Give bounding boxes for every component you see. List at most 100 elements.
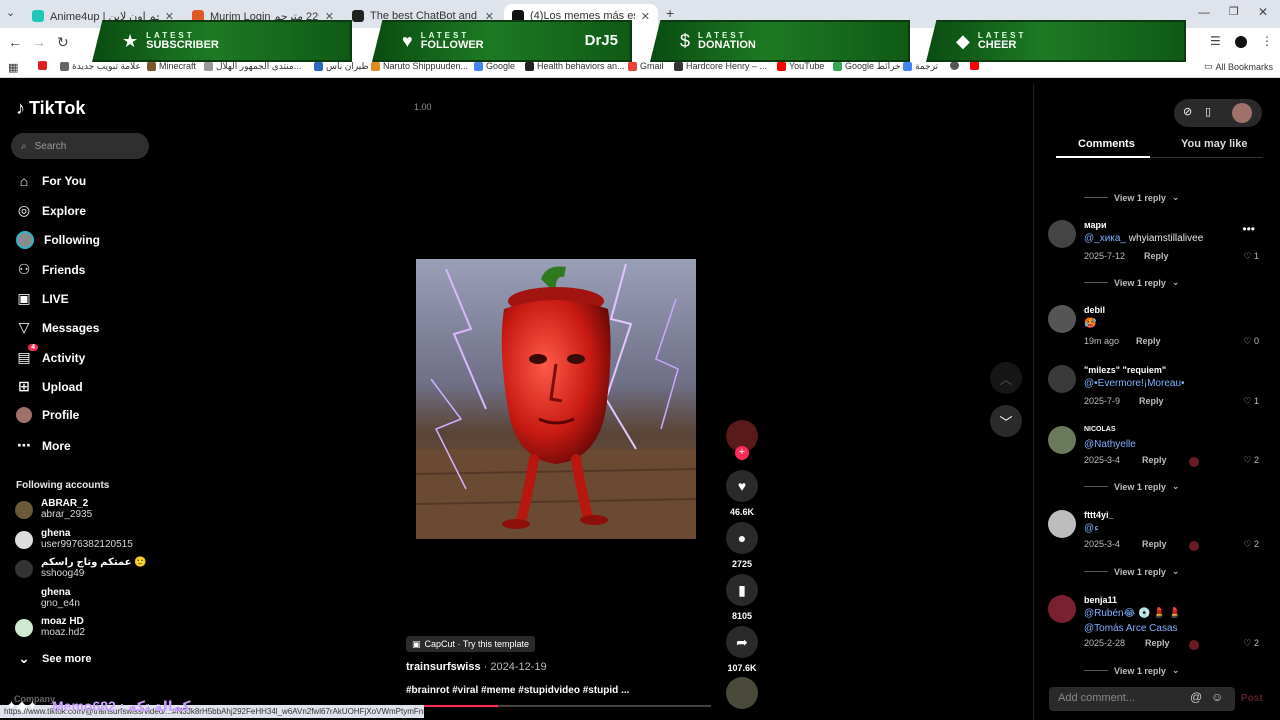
bookmark-item[interactable]: Minecraft — [147, 61, 196, 71]
bookmark-item[interactable]: Hardcore Henry – ... — [674, 61, 767, 71]
new-tab-icon[interactable]: + — [666, 5, 674, 21]
progress-track[interactable] — [406, 705, 711, 707]
avatar[interactable] — [1048, 305, 1076, 333]
avatar[interactable] — [1048, 595, 1076, 623]
apps-icon[interactable]: ▦ — [8, 61, 18, 74]
explore-icon[interactable]: ⊘ — [1183, 105, 1192, 118]
comment-author[interactable]: NICOLAS — [1084, 426, 1116, 433]
comment-button[interactable]: ● — [726, 522, 758, 554]
nav-explore[interactable]: ◎ Explore — [16, 202, 86, 219]
reload-icon[interactable]: ↻ — [57, 34, 69, 51]
avatar[interactable] — [1048, 220, 1076, 248]
comment-mention[interactable]: @ء — [1084, 523, 1099, 534]
close-window-icon[interactable]: ✕ — [1258, 5, 1268, 19]
more-options-icon[interactable]: ••• — [1242, 222, 1255, 236]
profile-avatar-icon[interactable] — [1235, 36, 1247, 48]
bookmark-item[interactable]: ترجمة — [903, 61, 938, 72]
nav-upload[interactable]: ⊞ Upload — [16, 378, 83, 395]
bookmark-item[interactable]: Google — [474, 61, 515, 71]
view-replies-button[interactable]: View 1 reply ⌄ — [1084, 566, 1179, 577]
reply-button[interactable]: Reply — [1142, 455, 1167, 465]
emoji-icon[interactable]: ☺ — [1211, 690, 1223, 704]
comment-author[interactable]: fttt4yi_ — [1084, 510, 1114, 520]
reply-button[interactable]: Reply — [1142, 539, 1167, 549]
reply-button[interactable]: Reply — [1139, 396, 1164, 406]
view-replies-button[interactable]: View 1 reply ⌄ — [1084, 665, 1179, 676]
maximize-icon[interactable]: ❐ — [1229, 5, 1239, 18]
account-item[interactable]: عمتكم وتاج راسكم 🙂 sshoog49 — [15, 557, 147, 579]
reply-button[interactable]: Reply — [1145, 638, 1170, 648]
all-bookmarks[interactable]: ▭ All Bookmarks — [1204, 61, 1273, 72]
view-replies-button[interactable]: View 1 reply ⌄ — [1084, 481, 1179, 492]
view-replies-button[interactable]: View 1 reply ⌄ — [1084, 192, 1179, 203]
back-icon[interactable]: ← — [8, 34, 22, 50]
avatar[interactable] — [1048, 426, 1076, 454]
tiktok-logo[interactable]: ♪ TikTok — [16, 98, 85, 119]
tab-search-icon[interactable]: ⌄ — [6, 6, 15, 19]
next-video-button[interactable]: ﹀ — [990, 405, 1022, 437]
device-icon[interactable]: ▯ — [1205, 105, 1211, 118]
comment-like-button[interactable]: ♡ 1 — [1243, 251, 1259, 262]
avatar[interactable] — [1048, 510, 1076, 538]
save-button[interactable]: ▮ — [726, 574, 758, 606]
mention-icon[interactable]: @ — [1190, 690, 1202, 704]
reply-button[interactable]: Reply — [1136, 336, 1161, 346]
search-input[interactable]: ⌕ Search — [11, 133, 149, 159]
tab-you-may-like[interactable]: You may like — [1181, 138, 1247, 150]
user-avatar[interactable] — [1232, 103, 1252, 123]
comment-mention[interactable]: @Tomás Arce Casas — [1084, 623, 1178, 634]
account-item[interactable]: moaz HD moaz.hd2 — [15, 616, 85, 638]
comment-like-button[interactable]: ♡ 2 — [1243, 638, 1259, 649]
bookmark-item[interactable]: Gmail — [628, 61, 664, 71]
forward-icon[interactable]: → — [32, 34, 46, 50]
comment-author[interactable]: мари — [1084, 220, 1107, 230]
nav-following[interactable]: Following — [16, 231, 100, 249]
capcut-template-button[interactable]: ▣ CapCut · Try this template — [406, 636, 536, 652]
nav-profile[interactable]: Profile — [16, 407, 79, 423]
bookmark-item[interactable] — [38, 61, 47, 70]
music-disc[interactable] — [726, 677, 758, 709]
bookmark-item[interactable] — [970, 61, 979, 70]
bookmark-item[interactable]: Google خرائط — [833, 61, 901, 72]
comment-mention[interactable]: @Nathyelle — [1084, 439, 1136, 450]
see-more-button[interactable]: ⌄ See more — [16, 650, 91, 667]
comment-author[interactable]: "milezs" "requiem" — [1084, 365, 1166, 375]
view-replies-button[interactable]: View 1 reply ⌄ — [1084, 277, 1179, 288]
comment-author[interactable]: debil — [1084, 305, 1105, 315]
nav-activity[interactable]: ▤ 4 Activity — [16, 344, 85, 366]
comment-author[interactable]: benja11 — [1084, 595, 1117, 605]
follow-plus-icon[interactable]: + — [735, 446, 749, 460]
nav-more[interactable]: ⋯ More — [16, 437, 71, 454]
comment-mention[interactable]: @Rubén😂 💿 💄 💄 — [1084, 608, 1181, 619]
comment-like-button[interactable]: ♡ 1 — [1243, 396, 1259, 407]
nav-messages[interactable]: ▽ Messages — [16, 319, 100, 336]
bookmark-item[interactable]: علامة تبويب جديدة — [60, 61, 141, 72]
nav-friends[interactable]: ⚇ Friends — [16, 261, 86, 278]
comment-like-button[interactable]: ♡ 2 — [1243, 455, 1259, 466]
browser-menu-icon[interactable]: ⋮ — [1261, 34, 1273, 48]
like-button[interactable]: ♥ — [726, 470, 758, 502]
bookmark-item[interactable]: YouTube — [777, 61, 824, 71]
nav-for-you[interactable]: ⌂ For You — [16, 173, 86, 189]
bookmark-item[interactable]: Naruto Shippuuden... — [371, 61, 468, 71]
bookmark-item[interactable] — [950, 61, 959, 70]
post-button[interactable]: Post — [1241, 693, 1263, 704]
account-item[interactable]: ghena gno_e4n — [15, 587, 80, 609]
comment-like-button[interactable]: ♡ 2 — [1243, 539, 1259, 550]
previous-video-button[interactable]: ︿ — [990, 362, 1022, 394]
comment-like-button[interactable]: ♡ 0 — [1243, 336, 1259, 347]
add-comment-input[interactable]: Add comment... — [1049, 687, 1235, 711]
nav-live[interactable]: ▣ LIVE — [16, 290, 68, 307]
tab-comments[interactable]: Comments — [1078, 138, 1135, 150]
reply-button[interactable]: Reply — [1144, 251, 1169, 261]
bookmark-item[interactable]: Health behaviors an... — [525, 61, 625, 71]
bookmark-item[interactable]: منتدى الجمهور الهلال... — [204, 61, 301, 72]
account-item[interactable]: ghena user9976382120515 — [15, 528, 133, 550]
bookmark-item[interactable]: طيران ناس — [314, 61, 369, 72]
video-author[interactable]: trainsurfswiss · 2024-12-19 — [406, 661, 547, 673]
account-item[interactable]: ABRAR_2 abrar_2935 — [15, 498, 92, 520]
comment-mention[interactable]: @•Evermore!¡Moreau• — [1084, 378, 1185, 389]
close-tab-icon[interactable]: ✕ — [641, 10, 650, 23]
comment-mention[interactable]: @_хика_ — [1084, 233, 1126, 244]
video-hashtags[interactable]: #brainrot #viral #meme #stupidvideo #stu… — [406, 685, 629, 696]
